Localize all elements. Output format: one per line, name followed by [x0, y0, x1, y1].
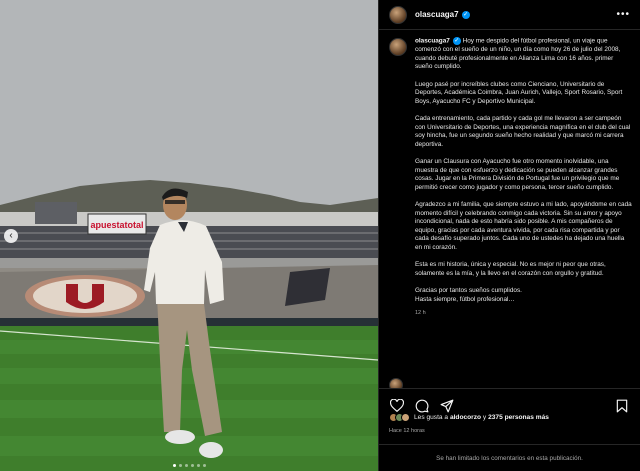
comments-limited-notice: Se han limitado los comentarios en esta … — [379, 444, 640, 471]
caption-closing: Hasta siempre, fútbol profesional… — [415, 295, 515, 303]
caption-area: olascuaga7 ✓ Hoy me despido del fútbol pr… — [389, 37, 632, 377]
comment-icon[interactable] — [414, 398, 430, 414]
carousel-dot — [178, 464, 182, 467]
caption-paragraph: Luego pasé por increíbles clubes como Ci… — [415, 80, 623, 105]
heart-icon[interactable] — [389, 398, 405, 414]
caption-paragraph: Agradezco a mi familia, que siempre estu… — [415, 200, 632, 251]
post-panel: olascuaga7 ✓ ••• olascuaga7 ✓ Hoy me desp… — [378, 0, 640, 471]
chevron-left-icon[interactable]: ‹ — [4, 229, 18, 243]
avatar — [389, 378, 403, 388]
caption-paragraph: Esta es mi historia, única y especial. N… — [415, 261, 606, 277]
carousel-dot — [202, 464, 206, 467]
caption-paragraph: Ganar un Clausura con Ayacucho fue otro … — [415, 158, 620, 191]
stadium-sign: apuestatotal — [90, 220, 143, 230]
post-photo[interactable]: apuestatotal ‹ — [0, 0, 378, 471]
carousel-dot — [172, 464, 176, 467]
caption-username[interactable]: olascuaga7 — [415, 38, 450, 45]
verified-badge-icon: ✓ — [461, 10, 470, 19]
partial-comment — [389, 378, 407, 388]
likes-user[interactable]: aldocorzo — [450, 414, 481, 421]
action-bar — [379, 388, 640, 416]
carousel-dot — [196, 464, 200, 467]
caption-closing: Gracias por tantos sueños cumplidos. — [415, 286, 522, 294]
likes-middle: y — [482, 414, 487, 421]
likes-summary: Les gusta a aldocorzo y 2375 personas má… — [389, 413, 549, 422]
avatar[interactable] — [389, 5, 407, 24]
share-icon[interactable] — [439, 398, 455, 414]
post-header: olascuaga7 ✓ ••• — [379, 0, 640, 30]
caption-time: 12 h — [415, 310, 426, 317]
likes-prefix: Les gusta a — [414, 414, 449, 421]
likes-count[interactable]: 2375 personas más — [488, 414, 549, 421]
carousel-dot — [184, 464, 188, 467]
avatar — [401, 413, 410, 422]
post-timestamp: Hace 12 horas — [389, 428, 425, 434]
bookmark-icon[interactable] — [614, 398, 630, 414]
username[interactable]: olascuaga7 — [415, 10, 459, 19]
carousel-indicator — [0, 464, 378, 467]
caption-text: olascuaga7 ✓ Hoy me despido del fútbol pr… — [415, 37, 632, 318]
caption-paragraph: Cada entrenamiento, cada partido y cada … — [415, 115, 631, 148]
stadium-photo: apuestatotal — [0, 0, 378, 471]
verified-badge-icon: ✓ — [452, 37, 461, 45]
carousel-dot — [190, 464, 194, 467]
more-horizontal-icon[interactable]: ••• — [616, 9, 630, 20]
avatar[interactable] — [389, 38, 407, 56]
